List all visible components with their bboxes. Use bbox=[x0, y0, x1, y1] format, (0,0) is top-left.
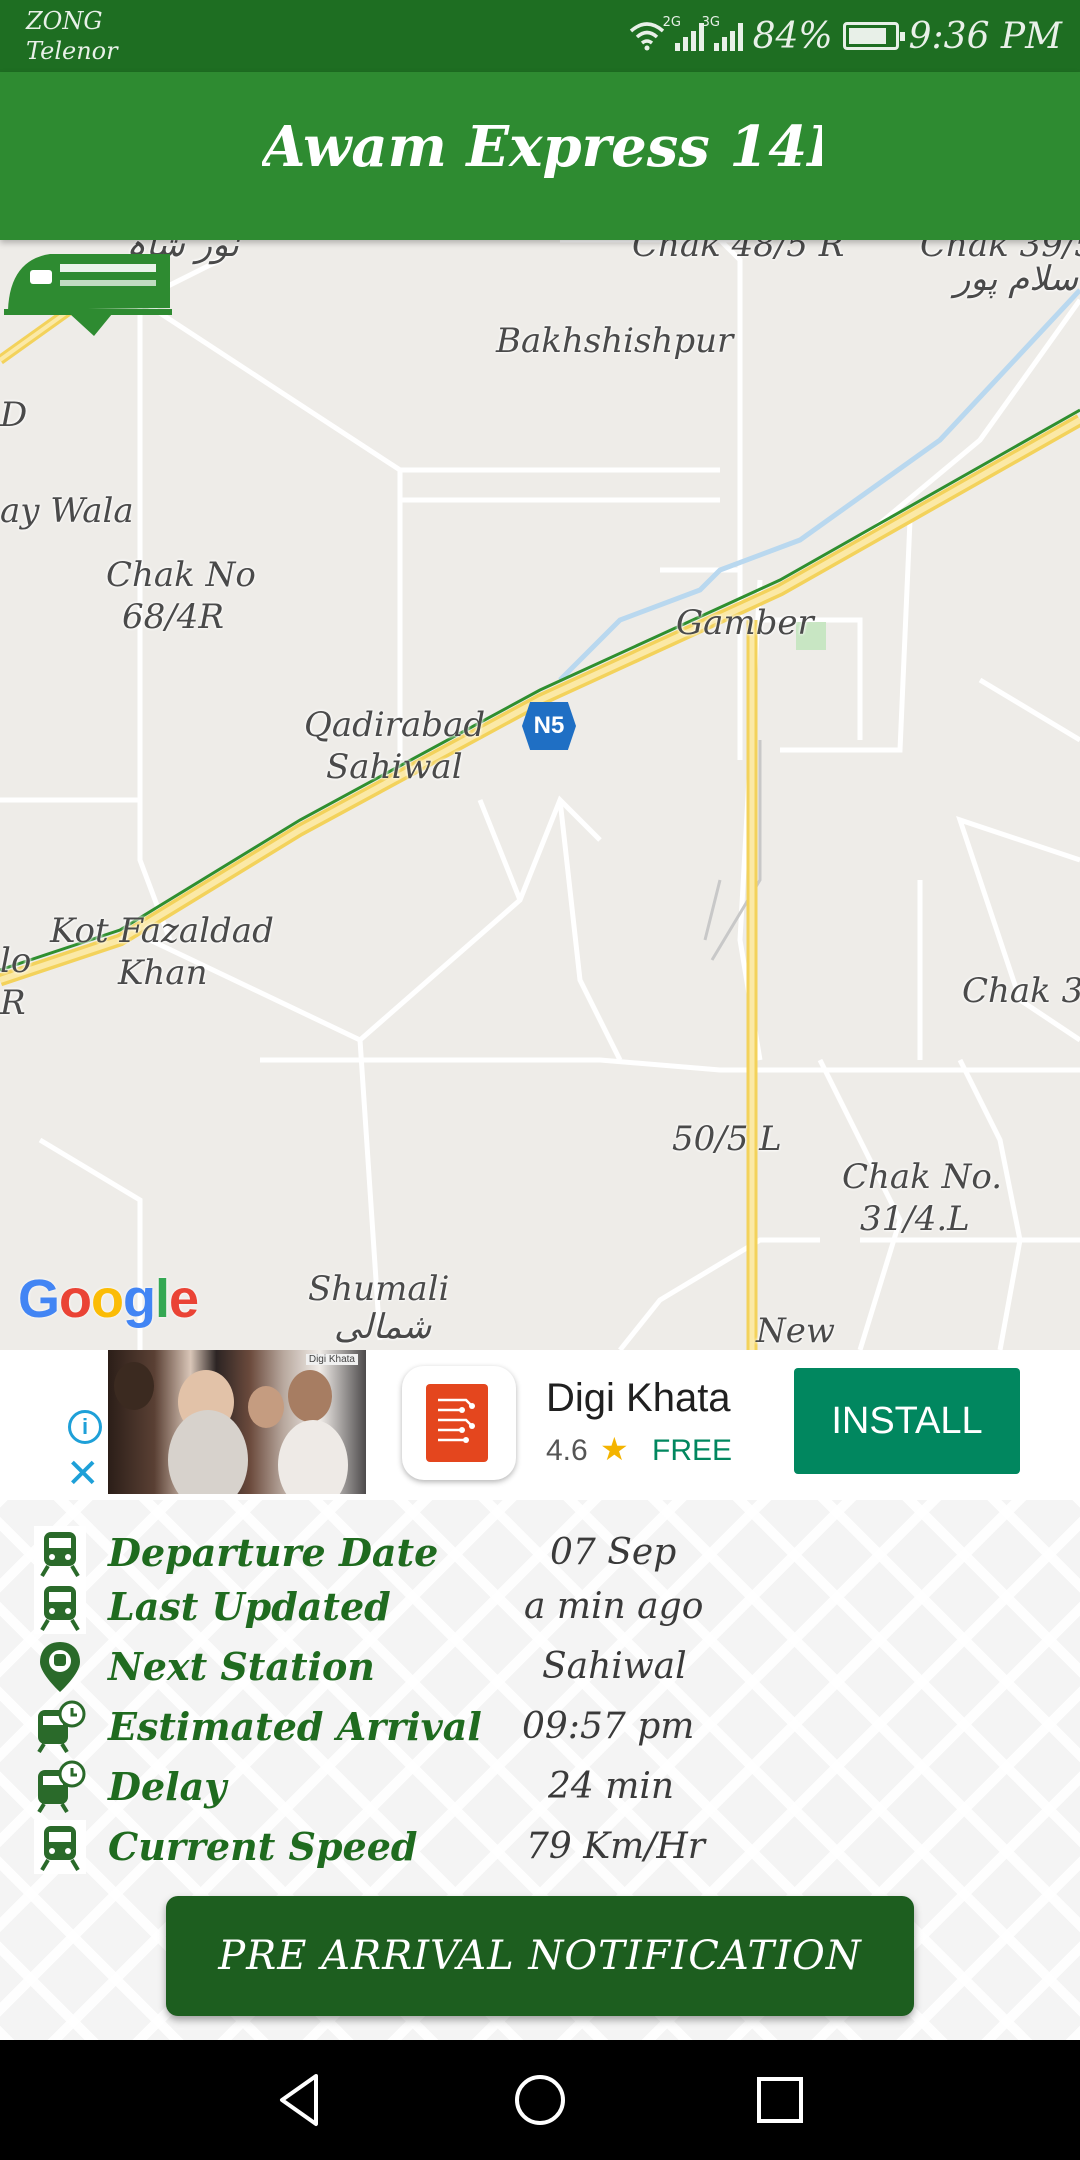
info-row-next-station: Next Station Sahiwal bbox=[34, 1640, 694, 1696]
install-button[interactable]: INSTALL bbox=[794, 1368, 1020, 1474]
google-logo: Google bbox=[18, 1269, 199, 1329]
map-label: Bakhshishpur bbox=[496, 321, 734, 361]
train-icon bbox=[34, 1580, 86, 1634]
app-title: Awam Express 14DN bbox=[262, 114, 822, 180]
info-value: 07 Sep bbox=[550, 1532, 677, 1573]
map-label: Chak No. bbox=[842, 1157, 1003, 1197]
info-value: 79 Km/Hr bbox=[526, 1826, 706, 1867]
info-row-current-speed: Current Speed 79 Km/Hr bbox=[34, 1820, 705, 1876]
recents-icon[interactable] bbox=[750, 2070, 810, 2130]
map-label: D bbox=[0, 395, 28, 435]
system-nav-bar bbox=[0, 2040, 1080, 2160]
map-label: Kot Fazaldad bbox=[50, 911, 274, 951]
map-label: Chak 48/5 R bbox=[632, 240, 845, 265]
ad-app-icon[interactable] bbox=[402, 1366, 516, 1480]
ad-close-icon[interactable]: ✕ bbox=[66, 1454, 100, 1494]
ad-app-name[interactable]: Digi Khata bbox=[546, 1376, 731, 1421]
info-label: Last Updated bbox=[108, 1584, 391, 1629]
signal-2g-icon: 2G bbox=[663, 15, 704, 51]
map-label: Shumali bbox=[308, 1269, 450, 1309]
map-label: Chak No bbox=[106, 555, 256, 595]
map-label: اسلام پور bbox=[954, 259, 1080, 299]
carrier-1: ZONG bbox=[26, 7, 103, 35]
train-marker-icon[interactable] bbox=[0, 240, 176, 340]
map-label: 31/4.L bbox=[860, 1199, 970, 1239]
clock: 9:36 PM bbox=[908, 15, 1062, 57]
train-clock-icon bbox=[37, 1760, 86, 1814]
train-icon bbox=[34, 1526, 86, 1580]
info-value: Sahiwal bbox=[542, 1646, 687, 1687]
back-icon[interactable] bbox=[270, 2070, 330, 2130]
train-clock-icon bbox=[37, 1700, 86, 1754]
star-icon: ★ bbox=[600, 1430, 629, 1468]
home-icon[interactable] bbox=[510, 2070, 570, 2130]
ad-image-tag: Digi Khata bbox=[305, 1354, 358, 1365]
ad-info-icon[interactable]: i bbox=[68, 1410, 102, 1444]
map-label: Qadirabad bbox=[304, 705, 486, 745]
ad-price: FREE bbox=[652, 1434, 733, 1467]
info-label: Estimated Arrival bbox=[108, 1704, 482, 1749]
info-value: 09:57 pm bbox=[522, 1706, 695, 1747]
map-view[interactable]: نور شاہ Chak 48/5 R Chak 39/5 اسلام پور … bbox=[0, 240, 1080, 1350]
pre-arrival-notification-button[interactable]: PRE ARRIVAL NOTIFICATION bbox=[166, 1896, 914, 2016]
ad-image[interactable]: Digi Khata bbox=[108, 1350, 366, 1494]
map-label: ay Wala bbox=[0, 491, 134, 531]
signal-3g-icon: 3G bbox=[702, 15, 743, 51]
train-icon bbox=[34, 1820, 86, 1874]
map-label: New bbox=[756, 1311, 835, 1350]
battery-percent: 84% bbox=[752, 15, 833, 57]
map-label: Chak 3 bbox=[962, 971, 1080, 1011]
map-label: Gamber bbox=[676, 603, 814, 643]
app-bar: Awam Express 14DN bbox=[0, 72, 1080, 240]
n5-road-shield: N5 bbox=[522, 702, 576, 750]
wifi-icon bbox=[629, 22, 664, 51]
map-label: Sahiwal bbox=[326, 747, 463, 787]
map-label: Khan bbox=[118, 953, 208, 993]
map-label: R bbox=[0, 983, 26, 1023]
map-label: شمالی bbox=[334, 1307, 432, 1347]
info-row-estimated-arrival: Estimated Arrival 09:57 pm bbox=[34, 1700, 694, 1756]
info-label: Delay bbox=[108, 1764, 227, 1809]
map-label: lo bbox=[0, 941, 32, 981]
map-label: 50/5 L bbox=[672, 1119, 782, 1159]
info-value: 24 min bbox=[548, 1766, 675, 1807]
status-bar: ZONG Telenor 2G 3G 84% 9:36 PM bbox=[0, 0, 1080, 72]
map-label: 68/4R bbox=[122, 597, 224, 637]
ad-rating: 4.6 bbox=[546, 1434, 588, 1467]
info-row-departure-date: Departure Date 07 Sep bbox=[34, 1526, 694, 1582]
info-label: Next Station bbox=[108, 1644, 375, 1689]
info-label: Departure Date bbox=[108, 1530, 439, 1575]
info-label: Current Speed bbox=[108, 1824, 418, 1869]
battery-icon bbox=[842, 22, 905, 50]
info-row-last-updated: Last Updated a min ago bbox=[34, 1580, 703, 1636]
carrier-names: ZONG Telenor bbox=[26, 6, 118, 66]
info-value: a min ago bbox=[524, 1586, 704, 1627]
ad-banner[interactable]: Digi Khata i ✕ Digi Khata 4.6 ★ FREE INS… bbox=[0, 1350, 1080, 1500]
carrier-2: Telenor bbox=[26, 37, 118, 65]
station-pin-icon bbox=[40, 1642, 80, 1692]
info-row-delay: Delay 24 min bbox=[34, 1760, 694, 1816]
